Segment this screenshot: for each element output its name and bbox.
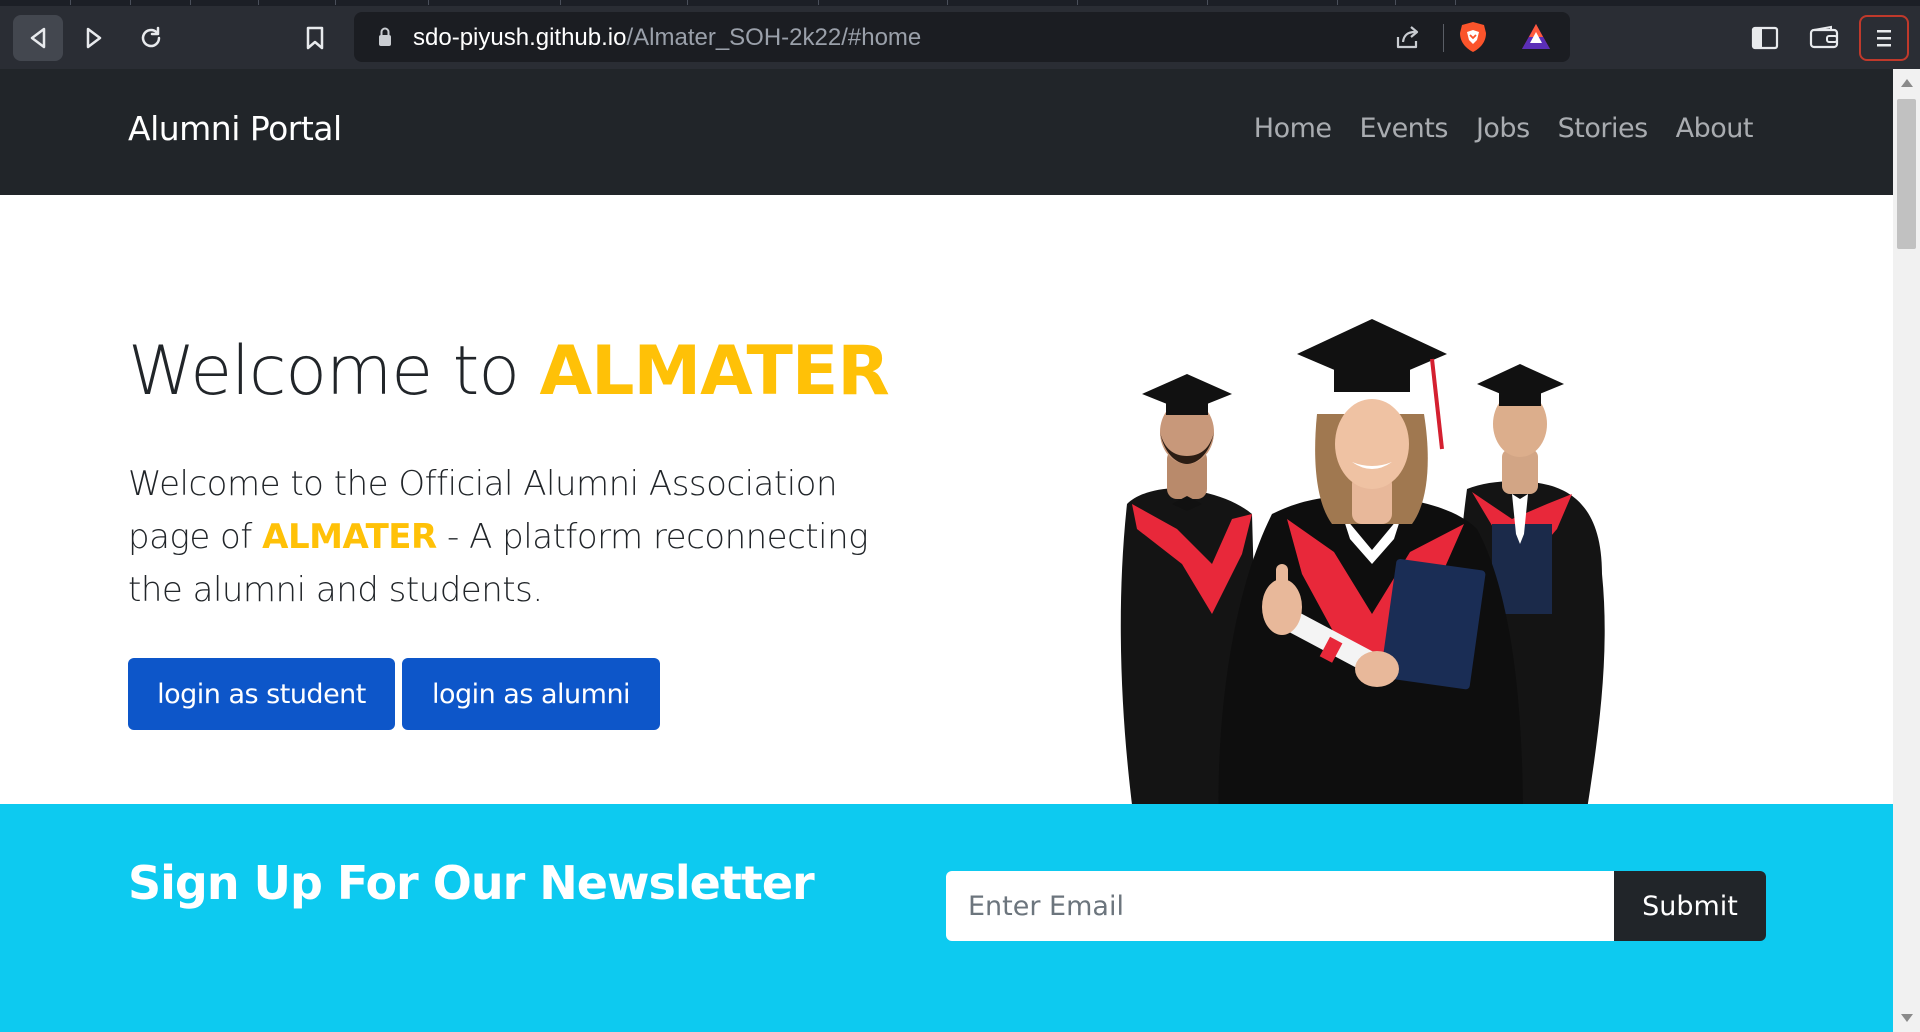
hero-title-prefix: Welcome to [128, 332, 540, 411]
forward-button[interactable] [69, 15, 119, 61]
menu-button[interactable] [1859, 15, 1909, 61]
hamburger-menu-icon [1877, 30, 1891, 47]
bookmark-icon [306, 26, 324, 50]
hero-title-accent: ALMATER [539, 332, 890, 411]
newsletter-email-input[interactable] [946, 871, 1614, 941]
tab-divider [1337, 0, 1338, 5]
graduate-center [1218, 319, 1523, 875]
graduates-image [1120, 319, 1605, 875]
hero-text-accent: ALMATER [262, 517, 437, 557]
nav-link-stories[interactable]: Stories [1558, 113, 1649, 144]
nav-links: Home Events Jobs Stories About [1254, 113, 1754, 144]
hero-title: Welcome to ALMATER [128, 332, 890, 411]
back-icon [30, 27, 46, 49]
scrollbar-thumb[interactable] [1897, 99, 1916, 249]
page-viewport: Alumni Portal Home Events Jobs Stories A… [0, 69, 1893, 1032]
url-text: sdo-piyush.github.io/Almater_SOH-2k22/#h… [413, 24, 921, 52]
forward-icon [86, 27, 102, 49]
nav-link-events[interactable]: Events [1360, 113, 1449, 144]
site-navbar: Alumni Portal Home Events Jobs Stories A… [0, 69, 1893, 195]
nav-link-about[interactable]: About [1676, 113, 1754, 144]
tab-divider [70, 0, 71, 5]
url-path: /Almater_SOH-2k22/#home [626, 24, 922, 51]
wallet-button[interactable] [1799, 15, 1849, 61]
tab-divider [1455, 0, 1456, 5]
tab-divider [1395, 0, 1396, 5]
tab-divider [1207, 0, 1208, 5]
bookmark-button[interactable] [290, 15, 340, 61]
login-alumni-button[interactable]: login as alumni [402, 658, 660, 730]
reload-icon [141, 26, 161, 48]
newsletter-submit-button[interactable]: Submit [1614, 871, 1766, 941]
tab-divider [687, 0, 688, 5]
nav-link-jobs[interactable]: Jobs [1476, 113, 1530, 144]
wallet-icon [1809, 25, 1839, 49]
navbar-brand[interactable]: Alumni Portal [128, 109, 342, 148]
reload-button[interactable] [126, 15, 176, 61]
share-icon[interactable] [1394, 25, 1422, 51]
nav-link-home[interactable]: Home [1254, 113, 1332, 144]
tab-divider [335, 0, 336, 5]
brave-rewards-icon[interactable] [1520, 22, 1552, 52]
sidebar-button[interactable] [1740, 15, 1790, 61]
newsletter-section: Sign Up For Our Newsletter Submit [0, 804, 1893, 1032]
login-student-button[interactable]: login as student [128, 658, 395, 730]
back-button[interactable] [13, 15, 63, 61]
scroll-up-arrow-icon[interactable] [1901, 79, 1913, 87]
tab-divider [428, 0, 429, 5]
browser-toolbar: sdo-piyush.github.io/Almater_SOH-2k22/#h… [0, 6, 1920, 69]
tab-divider [947, 0, 948, 5]
tab-divider [190, 0, 191, 5]
tab-divider [818, 0, 819, 5]
scroll-down-arrow-icon[interactable] [1901, 1014, 1913, 1022]
sidebar-icon [1751, 26, 1779, 50]
brave-shields-icon[interactable] [1458, 21, 1488, 53]
address-bar[interactable]: sdo-piyush.github.io/Almater_SOH-2k22/#h… [354, 12, 1570, 62]
hero-description: Welcome to the Official Alumni Associati… [128, 458, 928, 617]
lock-icon [379, 27, 391, 46]
newsletter-title: Sign Up For Our Newsletter [128, 856, 815, 910]
page-scrollbar[interactable] [1893, 69, 1920, 1032]
tab-divider [258, 0, 259, 5]
url-host: sdo-piyush.github.io [413, 24, 627, 51]
address-bar-divider [1443, 24, 1444, 52]
tab-divider [1077, 0, 1078, 5]
tab-divider [560, 0, 561, 5]
tab-divider [130, 0, 131, 5]
